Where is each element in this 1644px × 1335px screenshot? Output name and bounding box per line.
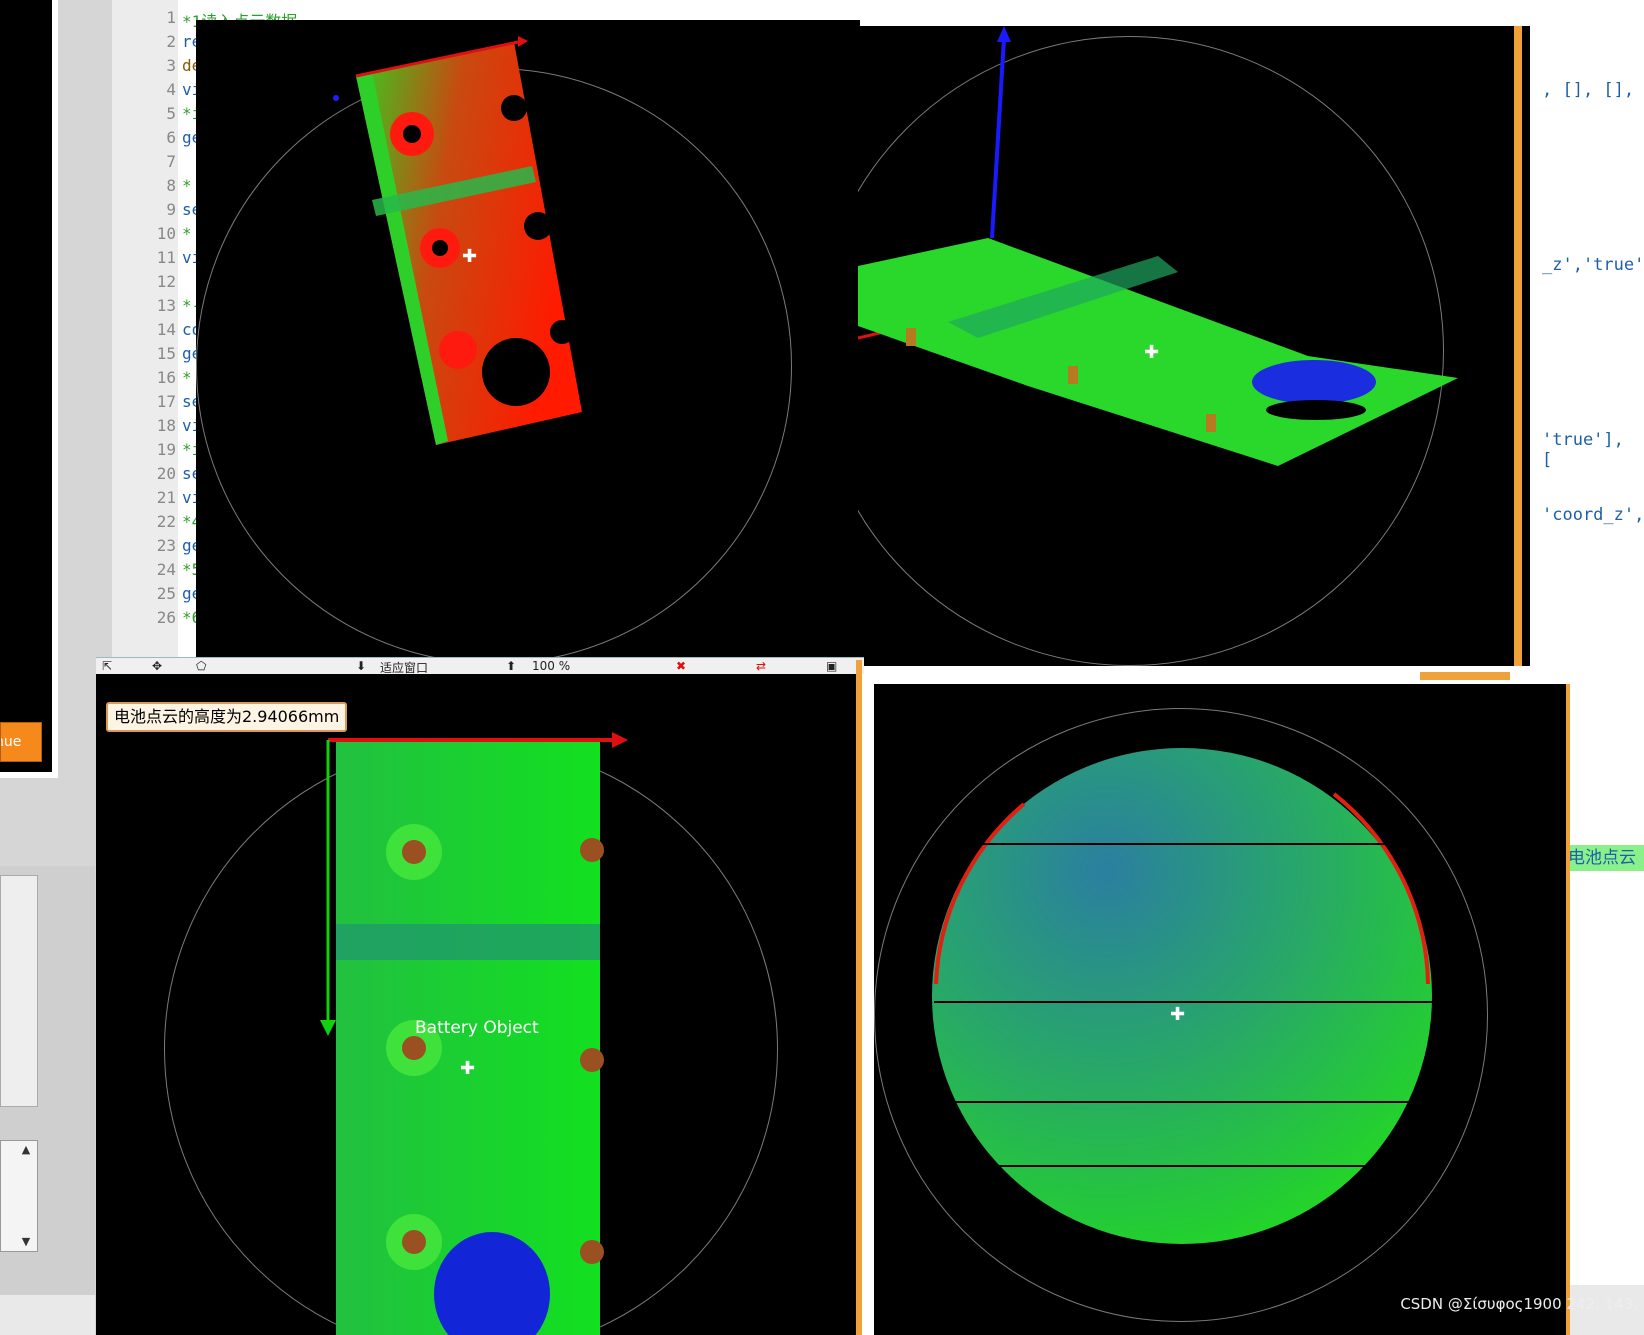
- line-number: 15: [156, 344, 176, 363]
- graphics-window-bottom-left[interactable]: ✚: [96, 674, 858, 1335]
- line-number: 10: [156, 224, 176, 243]
- line-number: 18: [156, 416, 176, 435]
- line-number: 7: [166, 152, 176, 171]
- fit-window-label[interactable]: 适应窗口: [380, 659, 428, 674]
- height-message: 电池点云的高度为2.94066mm: [106, 702, 348, 732]
- line-number: 25: [156, 584, 176, 603]
- crosshair-icon: ✚: [1170, 1004, 1186, 1025]
- crosshair-icon: ✚: [460, 1058, 476, 1079]
- crosshair-icon: ✚: [462, 246, 478, 267]
- window-tab: [1420, 672, 1510, 680]
- line-number: 8: [166, 176, 176, 195]
- left-graphics-window: [0, 0, 52, 772]
- line-number: 23: [156, 536, 176, 555]
- line-number: 12: [156, 272, 176, 291]
- code-line[interactable]: *: [182, 224, 192, 243]
- zoom-level[interactable]: 100 %: [532, 659, 570, 673]
- line-number: 26: [156, 608, 176, 627]
- graphics-window-top-left[interactable]: ✚: [196, 20, 860, 660]
- coordinate-readout: 242, 143,: [1566, 1295, 1638, 1313]
- graphics-toolbar: ⇱ ✥ ⬠ ⬇ 适应窗口 ⬆ 100 % ✖ ⇄ ▣: [96, 657, 864, 674]
- code-line[interactable]: *: [182, 176, 192, 195]
- line-number: 16: [156, 368, 176, 387]
- polygon-icon[interactable]: ⬠: [196, 659, 206, 673]
- fit-window-icon[interactable]: ⬇: [356, 659, 366, 673]
- code-fragment[interactable]: , [], [],: [1542, 80, 1634, 100]
- crosshair-icon: ✚: [1144, 342, 1160, 363]
- point-cloud-view-3: [320, 732, 628, 1335]
- code-line[interactable]: *: [182, 368, 192, 387]
- arrows-icon[interactable]: ⇄: [756, 659, 766, 673]
- zoom-icon[interactable]: ⬆: [506, 659, 516, 673]
- line-number: 6: [166, 128, 176, 147]
- line-number: 21: [156, 488, 176, 507]
- scroll-up-icon[interactable]: ▲: [17, 1141, 35, 1159]
- line-number: 9: [166, 200, 176, 219]
- point-cloud-view-2: [858, 26, 1458, 466]
- point-cloud-view-1: [333, 36, 582, 445]
- window-border: [1514, 26, 1522, 666]
- watermark: CSDN @Σίσυφος1900 242, 143,: [1400, 1295, 1638, 1313]
- line-number: 1: [166, 8, 176, 27]
- line-number: 22: [156, 512, 176, 531]
- line-number: 13: [156, 296, 176, 315]
- left-statusbar: [0, 1295, 95, 1335]
- line-number: 14: [156, 320, 176, 339]
- window-border: [856, 660, 862, 1335]
- line-number: 24: [156, 560, 176, 579]
- variable-list: [0, 875, 38, 1107]
- move-icon[interactable]: ✥: [152, 659, 162, 673]
- code-fragment[interactable]: _z','true': [1542, 255, 1644, 275]
- line-number: 2: [166, 32, 176, 51]
- battery-point-cloud: [932, 748, 1432, 1244]
- window-border: [1566, 684, 1570, 1335]
- line-number: 5: [166, 104, 176, 123]
- code-fragment[interactable]: 'true'], [: [1542, 430, 1644, 470]
- line-number: 11: [156, 248, 176, 267]
- clear-icon[interactable]: ✖: [676, 659, 686, 673]
- code-fragment[interactable]: 'coord_z',: [1542, 505, 1644, 525]
- line-number: 19: [156, 440, 176, 459]
- pointer-icon[interactable]: ⇱: [102, 659, 112, 673]
- tilted-plate: [356, 42, 582, 445]
- graphics-window-bottom-right[interactable]: ✚: [874, 684, 1570, 1335]
- continue-button[interactable]: nue: [0, 722, 42, 762]
- watermark-text: CSDN @Σίσυφος1900: [1400, 1295, 1562, 1313]
- line-number: 3: [166, 56, 176, 75]
- line-number: 20: [156, 464, 176, 483]
- highlighted-output: 电池点云: [1566, 845, 1644, 871]
- object-label: Battery Object: [415, 1018, 539, 1038]
- save-icon[interactable]: ▣: [826, 659, 837, 673]
- list-scrollbar[interactable]: ▲ ▼: [0, 1140, 38, 1252]
- line-number: 17: [156, 392, 176, 411]
- scroll-down-icon[interactable]: ▼: [17, 1233, 35, 1251]
- line-number: 4: [166, 80, 176, 99]
- highlighted-output-text: 电池点云: [1568, 848, 1636, 868]
- graphics-window-top-right[interactable]: ✚: [858, 26, 1530, 666]
